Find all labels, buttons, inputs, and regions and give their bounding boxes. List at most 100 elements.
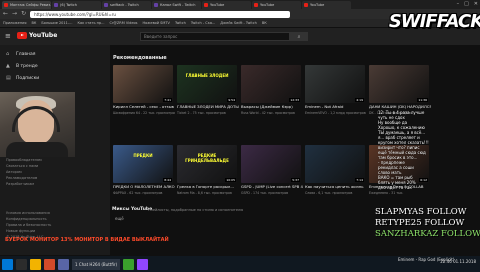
video-title[interactable]: Выкрасы (Джеймин Кэрр): [241, 105, 303, 110]
video-duration: 5:37: [291, 178, 300, 182]
browser-tab[interactable]: swiftack - Twitch: [102, 1, 151, 9]
video-meta: EminemVEVO - 1,2 млрд просмотров: [305, 111, 366, 115]
video-thumbnail[interactable]: ГЛАВНЫЕ ЗЛОДЕИ 9:54: [177, 65, 237, 103]
tab-label: (6) Twitch: [60, 3, 77, 7]
video-thumbnail[interactable]: 12:33: [241, 65, 301, 103]
bookmark-item[interactable]: Twitch: [175, 21, 186, 25]
webcam-shirt: [6, 142, 68, 157]
clock: 22:46 01.11.2018: [440, 259, 476, 264]
video-title[interactable]: ПРЕДКИ О МАЛОЛЕТНЕМ АЛКОГОЛИЗМЕ: [113, 185, 175, 190]
youtube-favicon-icon: [254, 3, 258, 7]
video-duration: 12:33: [289, 98, 300, 102]
bookmark-item[interactable]: ВК: [262, 21, 267, 25]
bookmark-item[interactable]: Джейк Swift - Twitch: [220, 21, 257, 25]
chrome-icon[interactable]: [44, 258, 55, 270]
video-thumbnail[interactable]: 4:19: [305, 65, 365, 103]
video-meta: Шизофрения 64 - 22 тыс. просмотров: [113, 111, 175, 115]
bookmark-item[interactable]: Ножевой SMTV: [142, 21, 169, 25]
browser-tab[interactable]: (6) Twitch: [52, 1, 101, 9]
video-thumbnail[interactable]: 11:36: [369, 65, 429, 103]
start-icon[interactable]: [2, 258, 13, 270]
video-meta: GSPD - 174 тыс. просмотров: [241, 191, 289, 195]
taskbar-app[interactable]: 1 Chat H264 (Buttfir): [72, 258, 121, 270]
mixes-title: Миксы YouTube: [112, 207, 153, 212]
video-title[interactable]: GSPD - JUMP (Live concert SPB 4I): [241, 185, 303, 190]
video-duration: 11:36: [417, 98, 428, 102]
menu-icon[interactable]: ≡: [5, 33, 11, 40]
sidebar-item-label: Подписки: [16, 75, 40, 81]
twitch-icon[interactable]: [137, 258, 149, 270]
browser-tab[interactable]: YouTube: [202, 1, 251, 9]
search-icon: ⌕: [297, 33, 301, 40]
youtube-favicon-icon: [204, 3, 208, 7]
youtube-logo[interactable]: YouTube: [17, 32, 57, 39]
play-logo-icon: [17, 32, 27, 39]
section-title: Рекомендованные: [113, 55, 167, 61]
video-duration: 10:05: [225, 178, 236, 182]
browser-tab[interactable]: YouTube: [252, 1, 301, 9]
video-thumbnail[interactable]: 7:14: [305, 145, 365, 183]
video-meta: Russ World - 42 тыс. просмотров: [241, 111, 295, 115]
url-field[interactable]: https://www.youtube.com/?gl=RU&hl=ru: [30, 10, 291, 18]
sidebar-icon: ▤: [6, 75, 11, 81]
video-title[interactable]: Кирилл Селегей - секс - отзыв: [113, 105, 175, 110]
bookmark-item[interactable]: Как стать пр...: [77, 21, 104, 25]
video-meta: ФАРРАХ - 62 тыс. просмотров: [113, 191, 163, 195]
logo-label: SWIFFACK: [388, 10, 480, 32]
tab-label: swiftack - Twitch: [110, 3, 139, 7]
video-title[interactable]: ГЛАВНЫЕ ЗЛОДЕИ МИРА ДОТЫ 2!: [177, 105, 239, 110]
video-duration: 9:54: [227, 98, 236, 102]
sidebar-icon: ▲: [6, 63, 10, 69]
back-icon[interactable]: ←: [3, 10, 8, 18]
forward-icon[interactable]: →: [12, 10, 17, 18]
search-button[interactable]: ⌕: [290, 32, 308, 41]
browser-tab[interactable]: Канал Swift - Twitch: [152, 1, 201, 9]
twitch-favicon-icon: [154, 3, 158, 7]
youtube-favicon-icon: [4, 3, 8, 7]
search-placeholder: Введите запрос: [144, 34, 178, 39]
bookmark-item[interactable]: Twitch - Ска...: [191, 21, 215, 25]
video-thumbnail[interactable]: 5:37: [241, 145, 301, 183]
video-title[interactable]: Как научиться ценить жизнь: [305, 185, 367, 190]
tab-label: Канал Swift - Twitch: [160, 3, 196, 7]
swiftack-logo: SWIFFACK: [388, 3, 480, 39]
search-icon[interactable]: [16, 258, 27, 270]
mixes-subtitle: Плейлисты, подобранные по стилю и исполн…: [148, 208, 244, 212]
taskbar-app-label: 1 Chat H264 (Buttfir): [75, 261, 118, 267]
thumbnail-caption: ГЛАВНЫЕ ЗЛОДЕИ: [185, 73, 229, 78]
video-thumbnail[interactable]: РЕДКИЕ ГРИНДЕЛЬВАЛЬДЕ 10:05: [177, 145, 237, 183]
video-meta: Слова - 6,1 тыс. просмотров: [305, 191, 353, 195]
follow-alert: SLAPMYAS FOLLOW: [375, 207, 467, 217]
folder-icon[interactable]: [30, 258, 41, 270]
search-input[interactable]: Введите запрос: [140, 32, 290, 41]
sidebar-item[interactable]: ⌂ Главная: [0, 48, 110, 60]
footer-link[interactable]: Разработчикам: [6, 181, 46, 187]
bookmark-item[interactable]: Приложения: [3, 21, 26, 25]
webcam-overlay: [0, 92, 75, 157]
twitch-favicon-icon: [104, 3, 108, 7]
music-icon[interactable]: [123, 258, 135, 270]
bookmark-item[interactable]: Большие 2011-...: [41, 21, 72, 25]
sidebar-item-label: Главная: [16, 51, 36, 57]
thumbnail-caption: ПРЕДКИ: [133, 153, 153, 158]
bookmark-item[interactable]: ВК: [31, 21, 36, 25]
video-duration: 4:19: [355, 98, 364, 102]
tab-label: YouTube: [310, 3, 325, 7]
video-thumbnail[interactable]: 7:41: [113, 65, 173, 103]
chat-message: дно идёт то так: [378, 185, 412, 190]
video-thumbnail[interactable]: ПРЕДКИ 8:44: [113, 145, 173, 183]
video-title[interactable]: Грелка в Гонорте раскрыл...: [177, 185, 239, 190]
discord-icon[interactable]: [58, 258, 69, 270]
sidebar-item[interactable]: ▲ В тренде: [0, 60, 110, 72]
sidebar-item[interactable]: ▤ Подписки: [0, 72, 110, 84]
browser-tab[interactable]: Монтаж Сейфы Ревиз...: [2, 1, 51, 9]
reload-icon[interactable]: ↻: [21, 10, 26, 18]
sidebar-item-label: В тренде: [16, 63, 38, 69]
video-title[interactable]: ДАНИ КАШИН (DK) НАРОДИЛСЯ...: [369, 105, 431, 110]
browser-tab[interactable]: YouTube: [302, 1, 351, 9]
bookmark-item[interactable]: Cr@ZRM Videos: [110, 21, 138, 25]
tab-label: Монтаж Сейфы Ревиз...: [10, 3, 51, 7]
video-title[interactable]: Eminem - Not Afraid: [305, 105, 367, 110]
tab-label: YouTube: [210, 3, 225, 7]
more-button[interactable]: ещё: [115, 216, 124, 221]
